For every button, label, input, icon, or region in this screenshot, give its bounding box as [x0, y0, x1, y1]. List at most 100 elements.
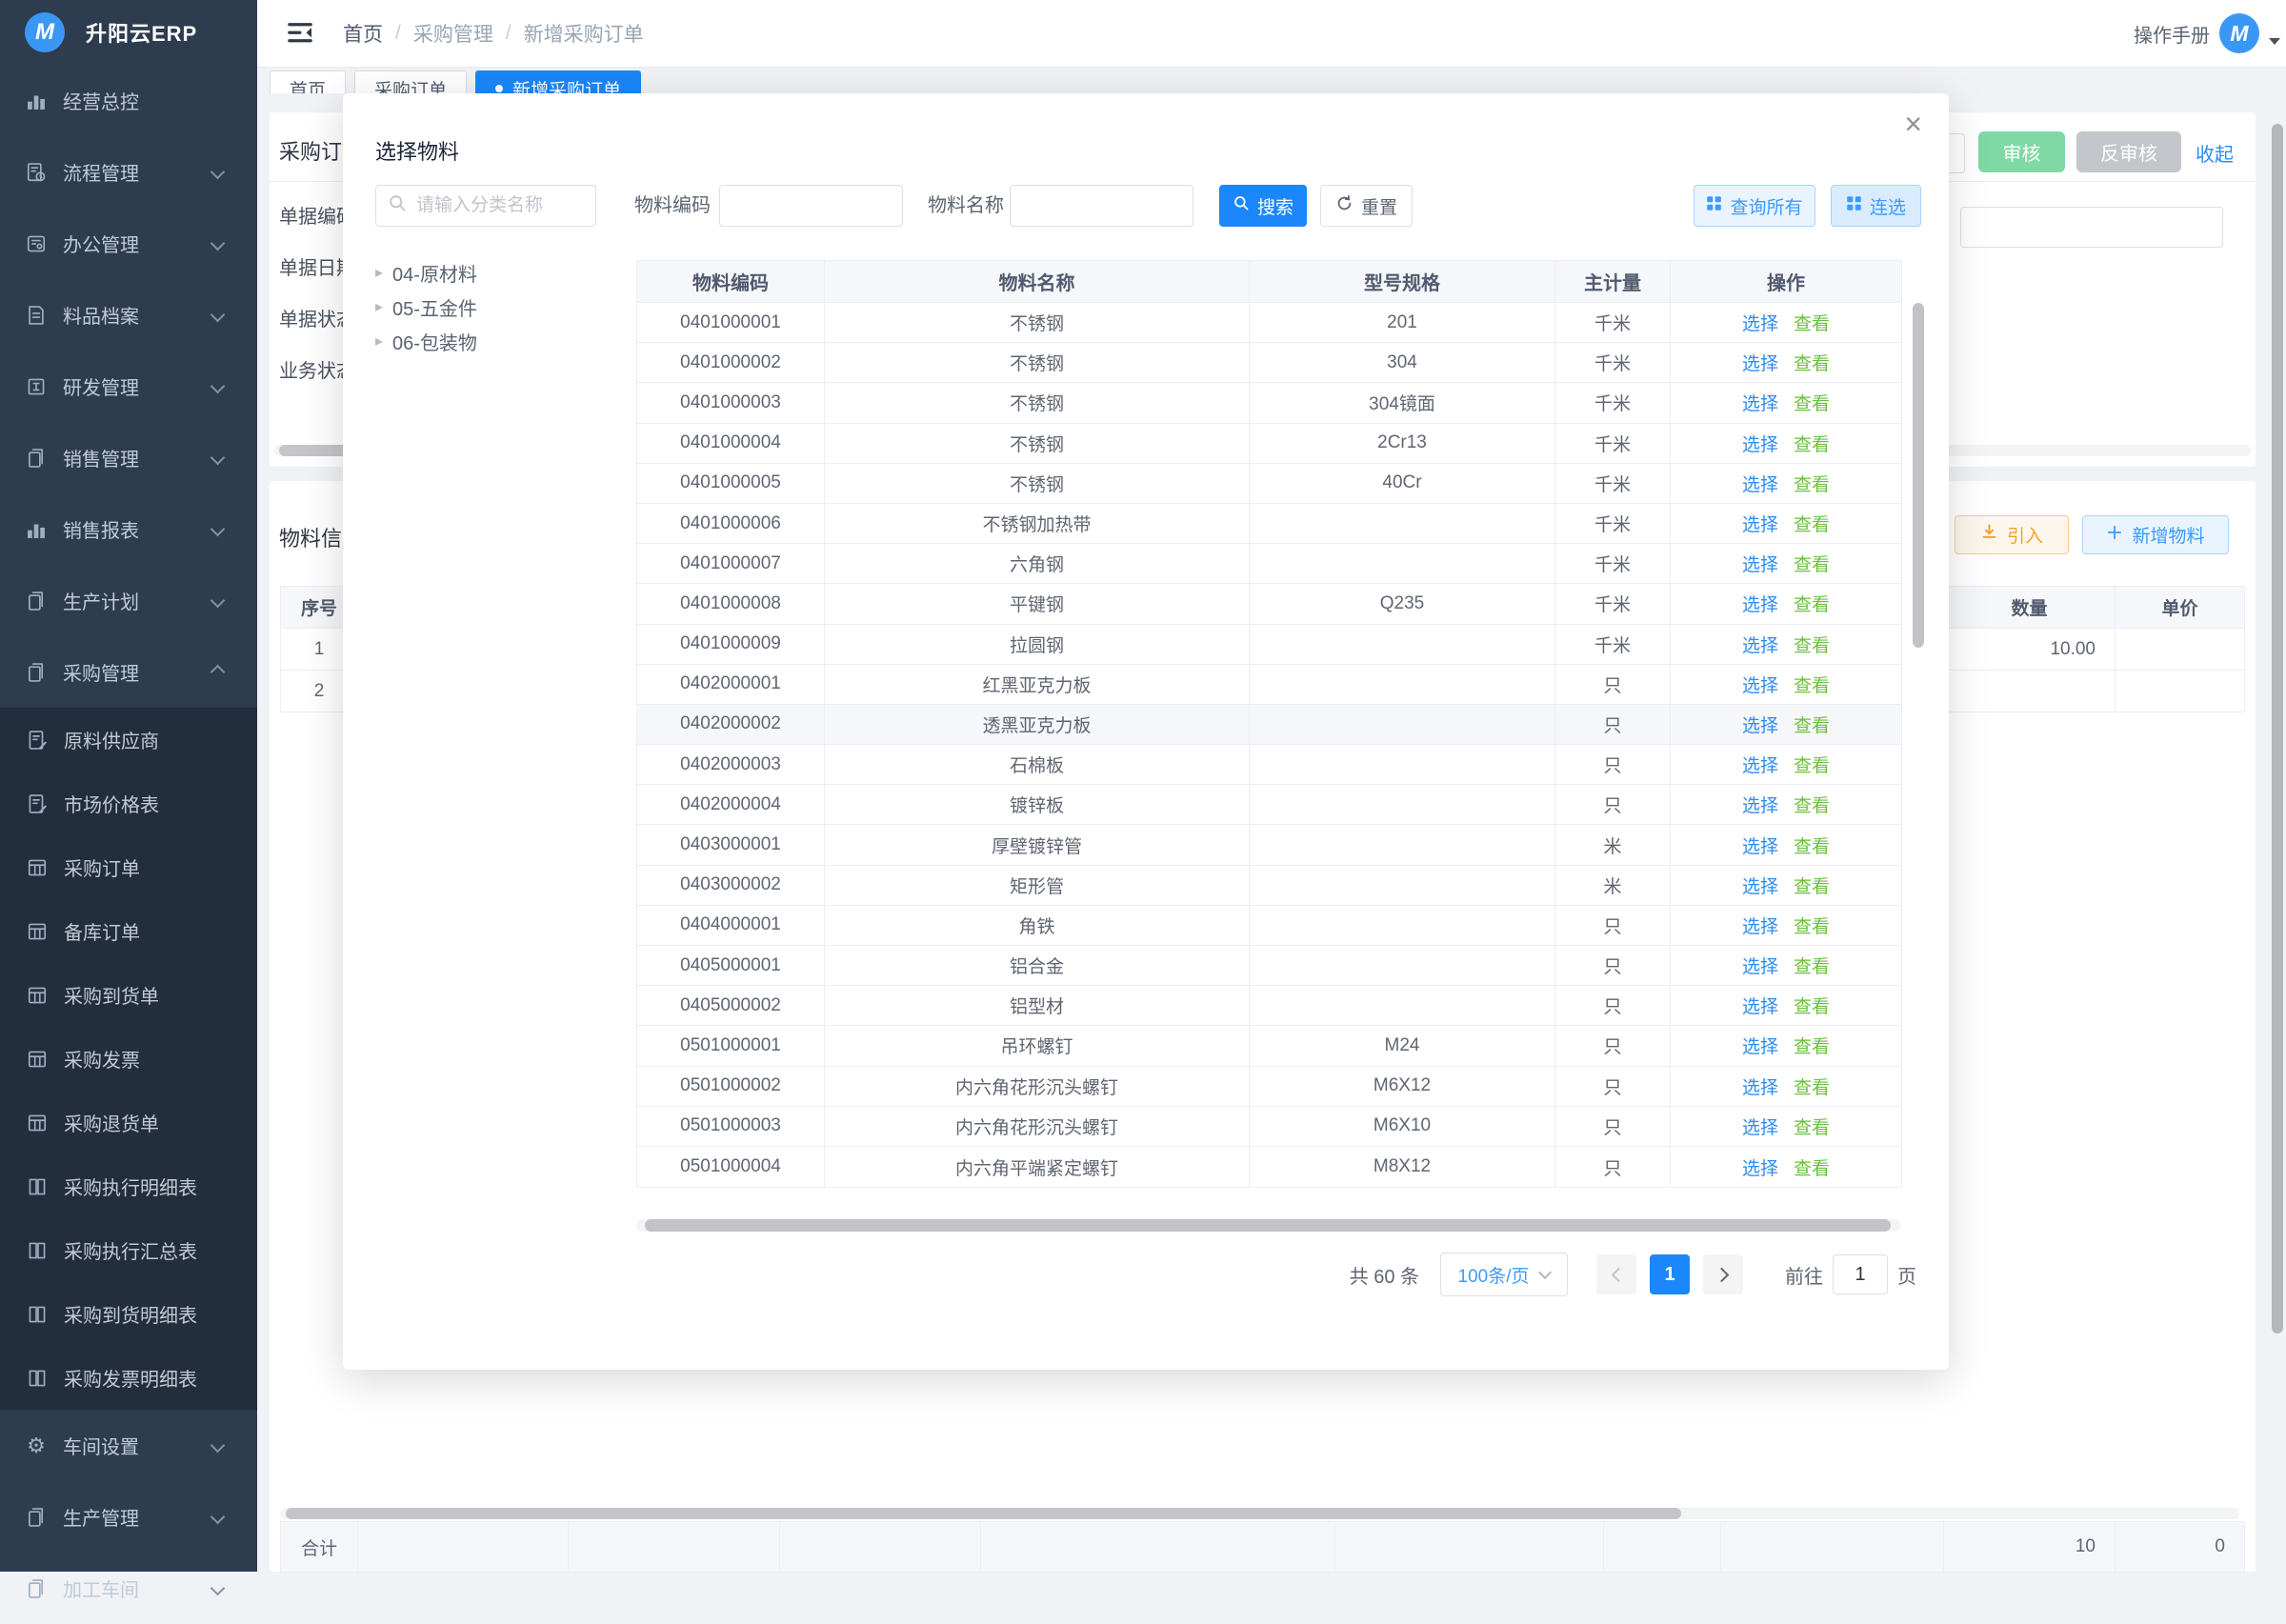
multi-select-button[interactable]: 连选 — [1831, 185, 1921, 227]
expand-arrow-icon[interactable]: ▸ — [375, 331, 383, 351]
select-link[interactable]: 选择 — [1742, 431, 1778, 456]
table-row[interactable]: 0402000002透黑亚克力板只选择查看 — [637, 705, 1901, 745]
table-row[interactable]: 0402000004镀锌板只选择查看 — [637, 785, 1901, 825]
prev-page-button[interactable] — [1596, 1254, 1636, 1294]
search-button[interactable]: 搜索 — [1219, 185, 1307, 227]
table-row[interactable]: 0401000001不锈钢201千米选择查看 — [637, 303, 1901, 343]
view-link[interactable]: 查看 — [1794, 632, 1830, 657]
sidebar-item-raw-supplier[interactable]: 原料供应商 — [0, 708, 257, 772]
view-link[interactable]: 查看 — [1794, 832, 1830, 858]
user-avatar[interactable]: M — [2219, 13, 2259, 53]
category-search-field[interactable] — [414, 194, 571, 217]
collapse-link[interactable]: 收起 — [2196, 139, 2234, 167]
table-row[interactable]: 0401000008平键钢Q235千米选择查看 — [637, 584, 1901, 624]
table-row[interactable]: 0403000001厚壁镀锌管米选择查看 — [637, 825, 1901, 865]
select-link[interactable]: 选择 — [1742, 350, 1778, 375]
view-link[interactable]: 查看 — [1794, 952, 1830, 978]
sidebar-item-sales[interactable]: 销售管理 — [0, 422, 257, 493]
tree-node[interactable]: ▸06-包装物 — [375, 324, 604, 358]
expand-arrow-icon[interactable]: ▸ — [375, 297, 383, 316]
sidebar-item-machining-workshop[interactable]: 加工车间 — [0, 1553, 257, 1624]
table-row[interactable]: 0402000001红黑亚克力板只选择查看 — [637, 665, 1901, 705]
table-row[interactable]: 0401000005不锈钢40Cr千米选择查看 — [637, 464, 1901, 504]
select-link[interactable]: 选择 — [1742, 310, 1778, 335]
tab-purchase-order[interactable]: 采购订单 — [354, 70, 467, 93]
sidebar-item-rd[interactable]: 研发管理 — [0, 351, 257, 422]
select-link[interactable]: 选择 — [1742, 1073, 1778, 1099]
view-link[interactable]: 查看 — [1794, 551, 1830, 576]
view-link[interactable]: 查看 — [1794, 350, 1830, 375]
view-link[interactable]: 查看 — [1794, 872, 1830, 898]
select-link[interactable]: 选择 — [1742, 832, 1778, 858]
query-all-button[interactable]: 查询所有 — [1694, 185, 1815, 227]
table-row[interactable]: 0401000007六角钢千米选择查看 — [637, 544, 1901, 584]
goto-page-input[interactable] — [1833, 1254, 1888, 1294]
view-link[interactable]: 查看 — [1794, 712, 1830, 737]
close-icon[interactable]: × — [1904, 109, 1922, 139]
sidebar-item-purchase-return[interactable]: 采购退货单 — [0, 1091, 257, 1154]
material-code-input[interactable] — [719, 185, 903, 227]
sidebar-item-production-plan[interactable]: 生产计划 — [0, 565, 257, 636]
sidebar-item-purchase[interactable]: 采购管理 — [0, 636, 257, 708]
table-row[interactable]: 0501000004内六角平端紧定螺钉M8X12只选择查看 — [637, 1147, 1901, 1187]
sidebar-item-purchase-invoice-detail[interactable]: 采购发票明细表 — [0, 1346, 257, 1410]
view-link[interactable]: 查看 — [1794, 672, 1830, 697]
page-number-button[interactable]: 1 — [1650, 1254, 1690, 1294]
view-link[interactable]: 查看 — [1794, 912, 1830, 938]
sidebar-item-purchase-exec-summary[interactable]: 采购执行汇总表 — [0, 1218, 257, 1282]
sidebar-item-production[interactable]: 生产管理 — [0, 1481, 257, 1553]
select-link[interactable]: 选择 — [1742, 1033, 1778, 1058]
breadcrumb-home[interactable]: 首页 — [343, 19, 383, 48]
page-size-select[interactable]: 100条/页 — [1440, 1253, 1568, 1296]
sidebar-item-purchase-arrival-detail[interactable]: 采购到货明细表 — [0, 1282, 257, 1346]
tab-active[interactable]: 新增采购订单 — [475, 70, 641, 93]
add-material-button[interactable]: 新增物料 — [2082, 515, 2229, 554]
sidebar-item-stock-order[interactable]: 备库订单 — [0, 899, 257, 963]
table-row[interactable]: 0501000002内六角花形沉头螺钉M6X12只选择查看 — [637, 1067, 1901, 1107]
user-menu-caret-icon[interactable] — [2269, 38, 2280, 45]
view-link[interactable]: 查看 — [1794, 1073, 1830, 1099]
sidebar-item-material-archive[interactable]: 料品档案 — [0, 279, 257, 351]
sidebar-item-overview[interactable]: 经营总控 — [0, 65, 257, 136]
next-page-button[interactable] — [1703, 1254, 1743, 1294]
sidebar-item-purchase-invoice[interactable]: 采购发票 — [0, 1027, 257, 1091]
view-link[interactable]: 查看 — [1794, 310, 1830, 335]
import-button[interactable]: 引入 — [1955, 515, 2069, 554]
sidebar-item-process[interactable]: 流程管理 — [0, 136, 257, 208]
select-link[interactable]: 选择 — [1742, 992, 1778, 1018]
table-row[interactable]: 0401000002不锈钢304千米选择查看 — [637, 343, 1901, 383]
sidebar-item-workshop-settings[interactable]: ⚙车间设置 — [0, 1410, 257, 1481]
horizontal-scrollbar[interactable] — [280, 1508, 2239, 1519]
table-row[interactable]: 0401000004不锈钢2Cr13千米选择查看 — [637, 424, 1901, 464]
select-link[interactable]: 选择 — [1742, 1154, 1778, 1180]
view-link[interactable]: 查看 — [1794, 752, 1830, 777]
tree-node[interactable]: ▸05-五金件 — [375, 290, 604, 324]
select-link[interactable]: 选择 — [1742, 632, 1778, 657]
tab-home[interactable]: 首页 — [270, 70, 346, 93]
page-scrollbar[interactable] — [2272, 124, 2283, 1333]
view-link[interactable]: 查看 — [1794, 431, 1830, 456]
unaudit-button[interactable]: 反审核 — [2076, 131, 2181, 172]
view-link[interactable]: 查看 — [1794, 1154, 1830, 1180]
table-row[interactable]: 0403000002矩形管米选择查看 — [637, 866, 1901, 906]
table-row[interactable]: 0401000003不锈钢304镜面千米选择查看 — [637, 383, 1901, 423]
table-row[interactable]: 0401000009拉圆钢千米选择查看 — [637, 625, 1901, 665]
manual-link[interactable]: 操作手册 — [2134, 0, 2210, 67]
select-link[interactable]: 选择 — [1742, 952, 1778, 978]
sidebar-item-office[interactable]: 办公管理 — [0, 208, 257, 279]
sidebar-item-market-price[interactable]: 市场价格表 — [0, 772, 257, 835]
table-row[interactable]: 0405000002铝型材只选择查看 — [637, 986, 1901, 1026]
select-link[interactable]: 选择 — [1742, 1113, 1778, 1139]
table-row[interactable]: 0405000001铝合金只选择查看 — [637, 946, 1901, 986]
table-horizontal-scrollbar[interactable] — [636, 1219, 1900, 1232]
table-row[interactable]: 0401000006不锈钢加热带千米选择查看 — [637, 504, 1901, 544]
select-link[interactable]: 选择 — [1742, 792, 1778, 817]
table-row[interactable]: 0404000001角铁只选择查看 — [637, 906, 1901, 946]
select-link[interactable]: 选择 — [1742, 912, 1778, 938]
view-link[interactable]: 查看 — [1794, 992, 1830, 1018]
select-link[interactable]: 选择 — [1742, 390, 1778, 415]
sidebar-item-sales-report[interactable]: 销售报表 — [0, 493, 257, 565]
view-link[interactable]: 查看 — [1794, 792, 1830, 817]
sidebar-item-purchase-exec-detail[interactable]: 采购执行明细表 — [0, 1154, 257, 1218]
select-link[interactable]: 选择 — [1742, 511, 1778, 536]
